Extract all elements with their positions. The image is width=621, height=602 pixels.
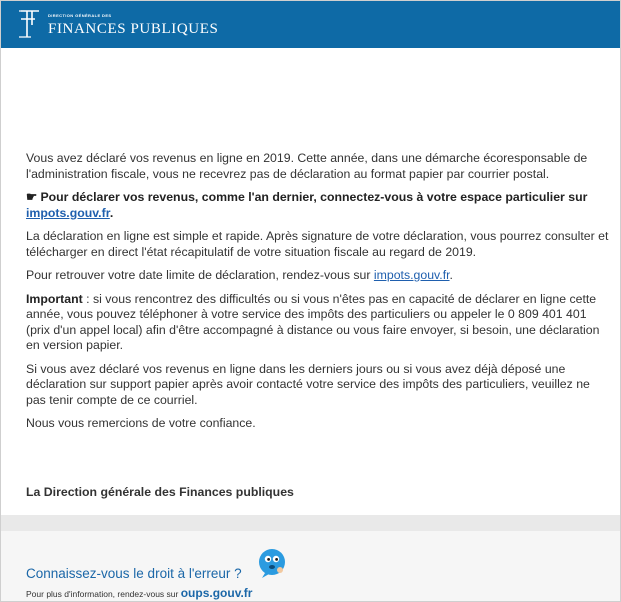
logo-subtitle: DIRECTION GÉNÉRALE DES [48,13,112,18]
cta-text: Pour déclarer vos revenus, comme l'an de… [37,190,588,204]
signature: La Direction générale des Finances publi… [26,485,294,499]
dgfip-emblem-icon [19,10,39,38]
paragraph-simple: La déclaration en ligne est simple et ra… [26,229,609,259]
cta-end: . [109,205,114,220]
paragraph-intro: Vous avez déclaré vos revenus en ligne e… [26,151,588,181]
important-text: : si vous rencontrez des difficultés ou … [26,291,600,353]
footer-divider [1,515,620,531]
date-limite-end: . [449,268,453,282]
paragraph-important: Important : si vous rencontrez des diffi… [26,292,611,354]
email-body: Vous avez déclaré vos revenus en ligne e… [26,151,611,440]
logo-title: FINANCES PUBLIQUES [48,21,219,37]
oups-link[interactable]: oups.gouv.fr [181,586,253,600]
paragraph-disclaimer: Si vous avez déclaré vos revenus en lign… [26,361,590,407]
important-label: Important [26,291,83,306]
email-frame: DIRECTION GÉNÉRALE DES FINANCES PUBLIQUE… [0,0,621,602]
header-bar: DIRECTION GÉNÉRALE DES FINANCES PUBLIQUE… [1,1,620,48]
impots-link-date[interactable]: impots.gouv.fr [374,268,450,282]
paragraph-thanks: Nous vous remercions de votre confiance. [26,416,256,430]
dgfip-logo[interactable]: DIRECTION GÉNÉRALE DES FINANCES PUBLIQUE… [18,7,218,43]
info-line: Pour plus d'information, rendez-vous sur… [26,586,252,600]
oups-mascot-icon [259,549,285,578]
droit-erreur-title[interactable]: Connaissez-vous le droit à l'erreur ? [26,566,242,581]
paragraph-cta: ☛ Pour déclarer vos revenus, comme l'an … [26,190,611,221]
info-text: Pour plus d'information, rendez-vous sur [26,589,181,599]
date-limite-text: Pour retrouver votre date limite de décl… [26,268,374,282]
hand-pointer-icon: ☛ [26,190,38,204]
paragraph-date-limite: Pour retrouver votre date limite de décl… [26,268,611,284]
impots-link-cta[interactable]: impots.gouv.fr [26,206,110,220]
